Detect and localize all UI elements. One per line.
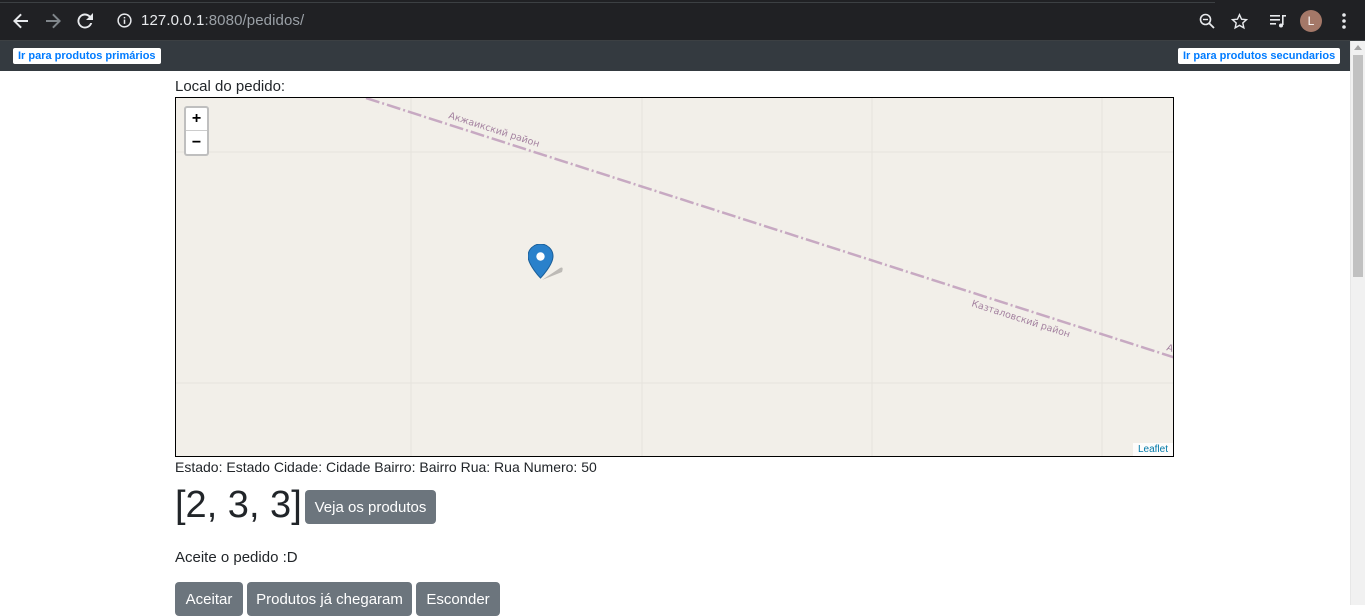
url-host: 127.0.0.1 [141, 12, 205, 29]
bookmark-button[interactable] [1226, 8, 1252, 34]
back-arrow-icon [13, 13, 28, 29]
top-navbar: Ir para produtos primários Ir para produ… [0, 41, 1350, 71]
media-control-button[interactable] [1265, 8, 1291, 34]
primary-products-link[interactable]: Ir para produtos primários [13, 48, 161, 64]
forward-arrow-icon [46, 13, 61, 29]
reload-button[interactable] [72, 8, 98, 34]
map-zoom-in-button[interactable]: + [186, 108, 207, 131]
map-zoom-out-button[interactable]: − [186, 131, 207, 154]
zoom-indicator-button[interactable] [1194, 8, 1220, 34]
more-vertical-icon [1342, 13, 1346, 29]
browser-toolbar: 127.0.0.1:8080/pedidos/ L [0, 0, 1365, 41]
zoom-out-magnifier-icon [1199, 13, 1215, 29]
map-pin-icon[interactable] [528, 244, 568, 286]
reload-icon [77, 13, 93, 29]
profile-avatar[interactable]: L [1300, 10, 1322, 32]
map-tiles: Акжаикский район Казталовский район А [176, 98, 1173, 456]
order-coordinates: [2, 3, 3] [175, 484, 302, 526]
page-scrollbar[interactable] [1350, 41, 1365, 605]
forward-button[interactable] [40, 8, 66, 34]
back-button[interactable] [8, 8, 34, 34]
map-zoom-control: + − [184, 106, 209, 156]
accept-order-prompt: Aceite o pedido :D [175, 549, 298, 566]
scroll-up-arrow-icon[interactable] [1354, 45, 1362, 50]
star-icon [1230, 12, 1248, 29]
address-bar[interactable]: 127.0.0.1:8080/pedidos/ [108, 6, 1258, 36]
tab-strip-edge [0, 0, 1215, 3]
hide-button[interactable]: Esconder [416, 582, 500, 616]
secondary-products-link[interactable]: Ir para produtos secundarios [1178, 48, 1341, 64]
url-path: :8080/pedidos/ [204, 12, 305, 29]
scrollbar-thumb[interactable] [1353, 55, 1363, 277]
view-products-button[interactable]: Veja os produtos [305, 490, 436, 524]
order-location-map[interactable]: Акжаикский район Казталовский район А + … [175, 97, 1174, 457]
order-address: Estado: Estado Cidade: Cidade Bairro: Ba… [175, 459, 597, 475]
site-info-icon[interactable] [117, 13, 132, 28]
browser-menu-button[interactable] [1331, 8, 1357, 34]
accept-button[interactable]: Aceitar [175, 582, 243, 616]
map-label: Local do pedido: [175, 78, 286, 95]
leaflet-attribution-link[interactable]: Leaflet [1132, 443, 1173, 456]
products-arrived-button[interactable]: Produtos já chegaram [247, 582, 412, 616]
playlist-music-icon [1270, 15, 1286, 28]
url-text: 127.0.0.1:8080/pedidos/ [141, 12, 304, 29]
